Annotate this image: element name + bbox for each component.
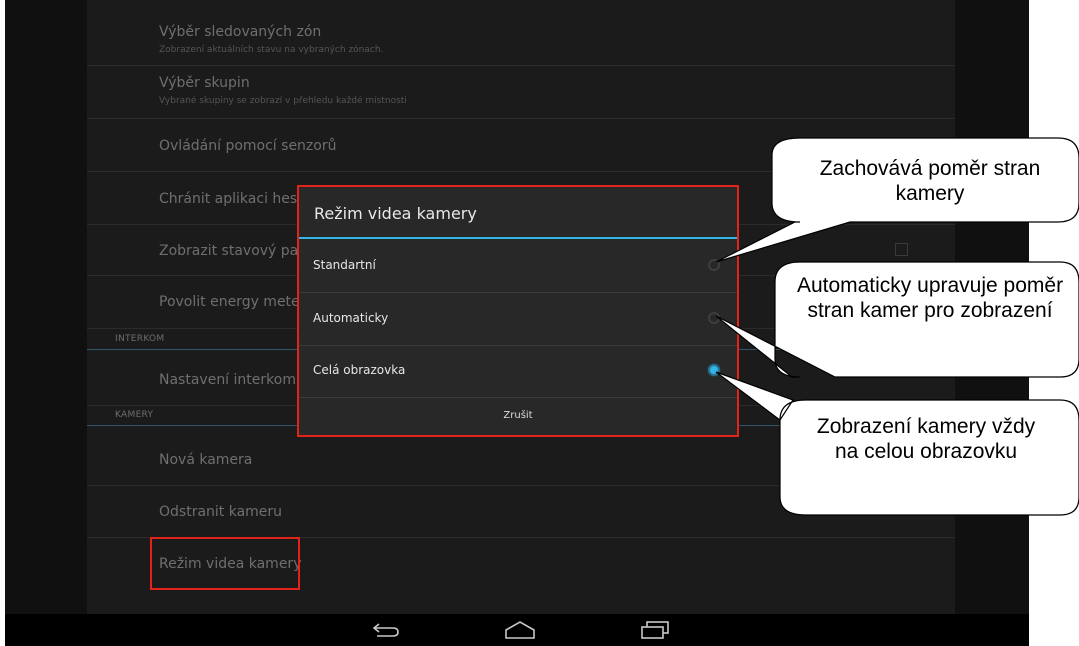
callout-text: Zachovává poměr stran kamery [819,157,1041,205]
callout-text: Zobrazení kamery vždy na celou obrazovku [816,415,1036,463]
callout-shapes [715,137,1079,516]
callout-text: Automaticky upravuje poměr stran kamer p… [796,274,1064,322]
